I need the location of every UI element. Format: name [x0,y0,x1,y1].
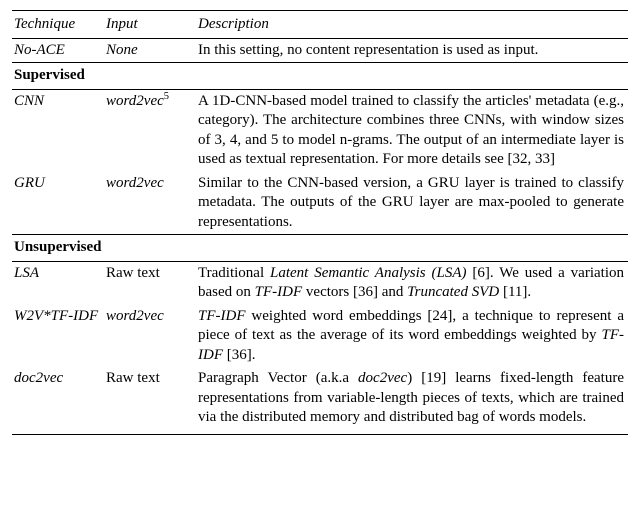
italic-term: doc2vec [358,370,407,386]
cell-description: Similar to the CNN-based version, a GRU … [196,172,628,235]
footnote-marker: 5 [164,91,169,102]
cell-description: TF-IDF weighted word embeddings [24], a … [196,305,628,368]
cell-input: Raw text [104,367,196,434]
text: vectors [36] and [302,284,407,300]
italic-term: Truncated SVD [407,284,499,300]
cell-technique: doc2vec [12,367,104,434]
italic-term: TF-IDF [255,284,303,300]
col-description: Description [196,11,628,39]
italic-term: TF-IDF [198,308,246,324]
col-input: Input [104,11,196,39]
section-row-unsupervised: Unsupervised [12,235,628,262]
text: Paragraph Vector (a.k.a [198,370,358,386]
cell-input: word2vec [104,305,196,368]
cell-technique: GRU [12,172,104,235]
text: [36]. [223,347,256,363]
section-label: Unsupervised [12,235,628,262]
table-row: doc2vec Raw text Paragraph Vector (a.k.a… [12,367,628,434]
table-header-row: Technique Input Description [12,11,628,39]
cell-technique: No-ACE [12,38,104,63]
text: weighted word embeddings [24], a techniq… [198,308,624,344]
techniques-table: Technique Input Description No-ACE None … [12,10,628,435]
text: Traditional [198,265,270,281]
cell-input: word2vec [104,172,196,235]
cell-technique: LSA [12,261,104,305]
cell-input: Raw text [104,261,196,305]
italic-term: Latent Semantic Analysis (LSA) [270,265,467,281]
section-label: Supervised [12,63,628,90]
table-row: W2V*TF-IDF word2vec TF-IDF weighted word… [12,305,628,368]
input-text: word2vec [106,93,164,109]
table-row: CNN word2vec5 A 1D-CNN-based model train… [12,89,628,172]
cell-input: word2vec5 [104,89,196,172]
section-row-supervised: Supervised [12,63,628,90]
table-row: No-ACE None In this setting, no content … [12,38,628,63]
table-row: GRU word2vec Similar to the CNN-based ve… [12,172,628,235]
col-technique: Technique [12,11,104,39]
cell-description: A 1D-CNN-based model trained to classify… [196,89,628,172]
cell-description: In this setting, no content representati… [196,38,628,63]
table-row: LSA Raw text Traditional Latent Semantic… [12,261,628,305]
cell-input: None [104,38,196,63]
cell-technique: CNN [12,89,104,172]
text: [11]. [499,284,531,300]
cell-description: Traditional Latent Semantic Analysis (LS… [196,261,628,305]
cell-technique: W2V*TF-IDF [12,305,104,368]
cell-description: Paragraph Vector (a.k.a doc2vec) [19] le… [196,367,628,434]
